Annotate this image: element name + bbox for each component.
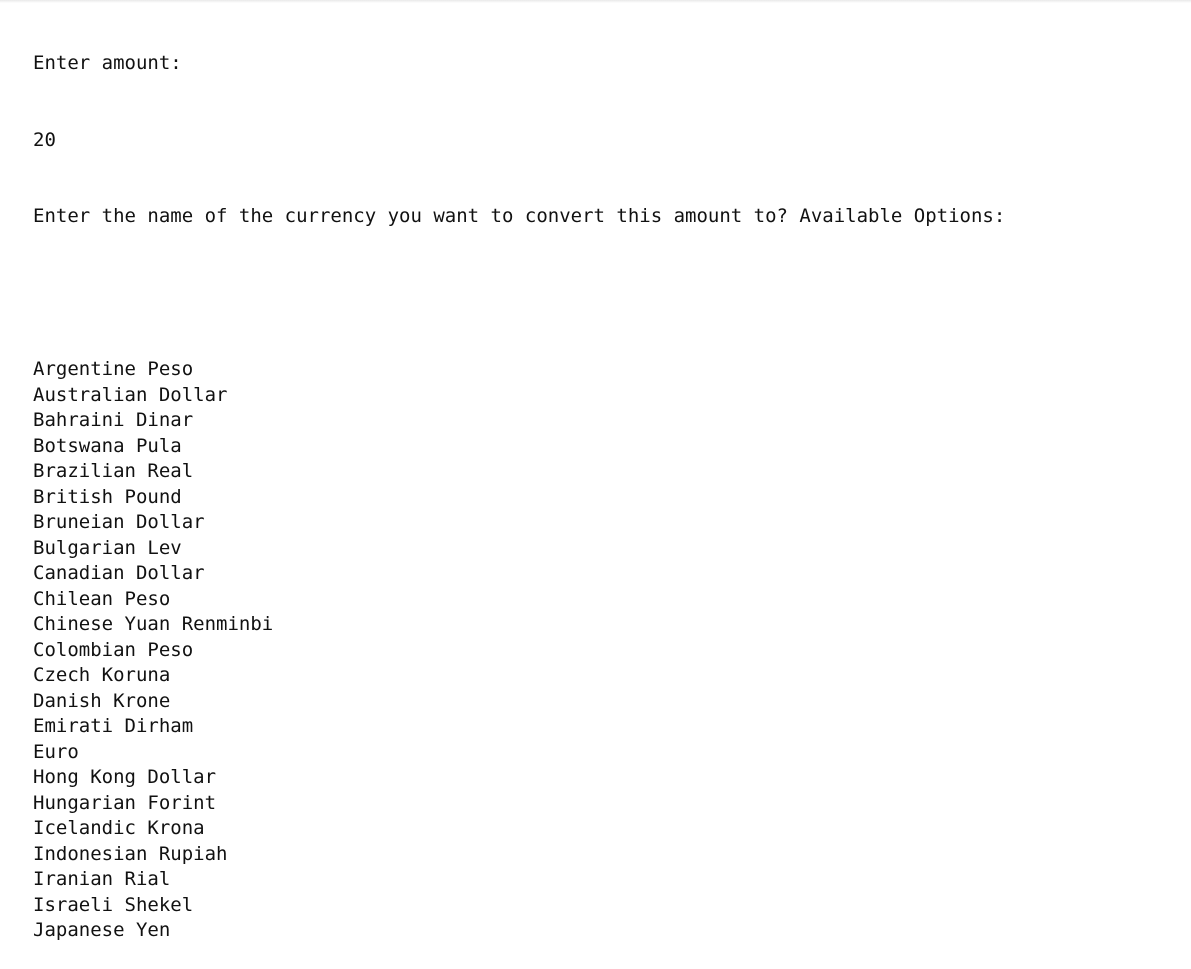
currency-option: Chilean Peso [33, 587, 171, 610]
amount-prompt: Enter amount: [33, 52, 182, 74]
currency-option: Euro [33, 740, 79, 763]
currency-option: Indonesian Rupiah [33, 842, 228, 865]
currency-option: Danish Krone [33, 689, 171, 712]
currency-options-list: Argentine Peso Australian Dollar Bahraini … [33, 357, 1183, 944]
currency-option: Bahraini Dinar [33, 409, 194, 431]
currency-option: British Pound [33, 485, 182, 508]
currency-option: Botswana Pula [33, 434, 182, 457]
currency-option: Chinese Yuan Renminbi [33, 613, 274, 635]
currency-option: Argentine Peso [33, 358, 194, 380]
currency-option: Bulgarian Lev [33, 536, 182, 559]
currency-prompt: Enter the name of the currency you want … [33, 205, 1006, 227]
currency-option: Icelandic Krona [33, 817, 205, 839]
currency-option: Emirati Dirham [33, 715, 194, 737]
console-output: Enter amount: 20 Enter the name of the c… [33, 0, 1183, 969]
currency-option: Bruneian Dollar [33, 511, 205, 533]
currency-option: Canadian Dollar [33, 562, 205, 584]
currency-option: Hong Kong Dollar [33, 766, 217, 788]
amount-input-echo: 20 [33, 128, 56, 151]
currency-option: Colombian Peso [33, 638, 194, 661]
currency-option: Japanese Yen [33, 919, 171, 941]
currency-option: Iranian Rial [33, 868, 171, 890]
currency-option: Hungarian Forint [33, 791, 217, 814]
currency-option: Australian Dollar [33, 383, 228, 406]
currency-option: Israeli Shekel [33, 893, 194, 916]
currency-option: Brazilian Real [33, 460, 194, 482]
